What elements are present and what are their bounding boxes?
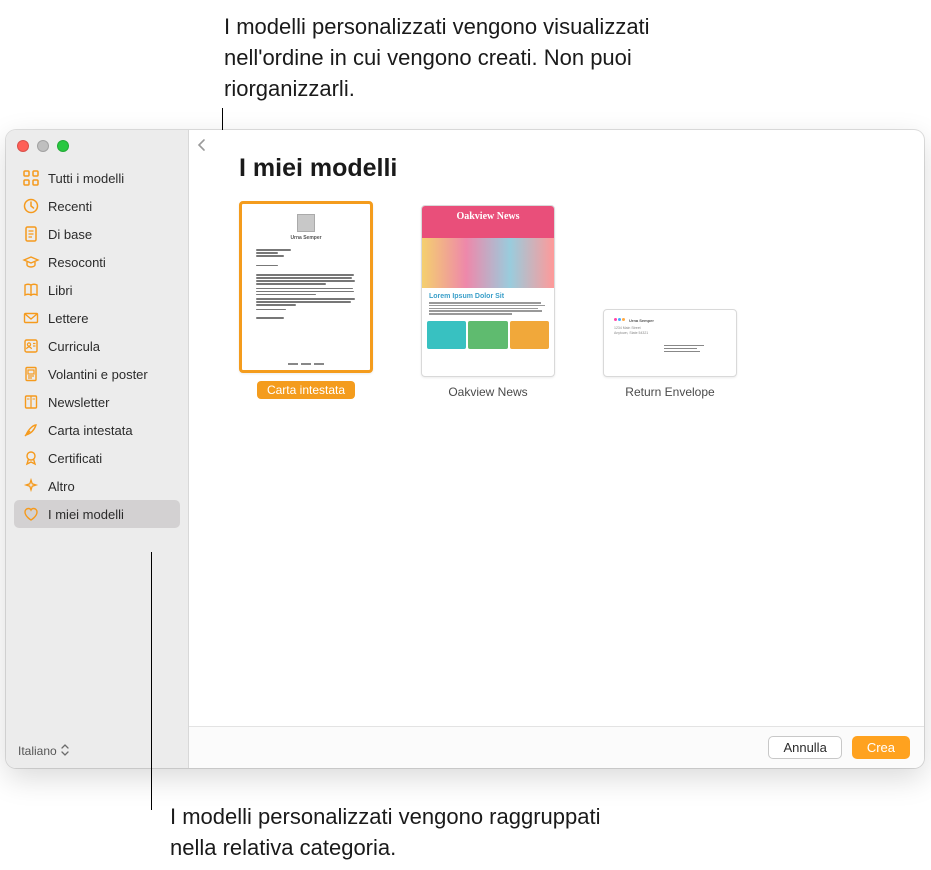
grid-icon: [22, 169, 40, 187]
template-thumbnail: Urna Semper: [239, 201, 373, 373]
chevron-updown-icon: [61, 744, 69, 758]
sidebar-item-recents[interactable]: Recenti: [14, 192, 180, 220]
template-oakview-news[interactable]: Oakview News Lorem Ipsum Dolor Sit: [421, 205, 555, 399]
sidebar-item-label: Recenti: [48, 199, 92, 214]
maximize-icon[interactable]: [57, 140, 69, 152]
sparkle-icon: [22, 477, 40, 495]
window-controls: [6, 130, 188, 158]
sidebar-item-reports[interactable]: Resoconti: [14, 248, 180, 276]
template-label: Oakview News: [448, 385, 527, 399]
quill-icon: [22, 421, 40, 439]
ribbon-icon: [22, 449, 40, 467]
annotation-top: I modelli personalizzati vengono visuali…: [224, 12, 694, 104]
sidebar-item-label: Di base: [48, 227, 92, 242]
sidebar-item-label: Resoconti: [48, 255, 106, 270]
newsletter-subhead: Lorem Ipsum Dolor Sit: [429, 293, 547, 300]
grad-icon: [22, 253, 40, 271]
clock-icon: [22, 197, 40, 215]
columns-icon: [22, 393, 40, 411]
cancel-button[interactable]: Annulla: [768, 736, 841, 759]
sidebar-item-basic[interactable]: Di base: [14, 220, 180, 248]
sidebar-item-flyers[interactable]: Volantini e poster: [14, 360, 180, 388]
sidebar-toggle-icon[interactable]: [197, 138, 207, 155]
sidebar-item-label: Lettere: [48, 311, 88, 326]
sidebar-list: Tutti i modelli Recenti Di base Resocont…: [6, 158, 188, 734]
heart-icon: [22, 505, 40, 523]
sidebar-item-label: Tutti i modelli: [48, 171, 124, 186]
annotation-bottom: I modelli personalizzati vengono raggrup…: [170, 802, 630, 864]
callout-line-icon: [151, 552, 152, 810]
sidebar-item-label: Carta intestata: [48, 423, 133, 438]
envelope-icon: [22, 309, 40, 327]
sidebar-item-label: Altro: [48, 479, 75, 494]
sidebar-item-label: Curricula: [48, 339, 100, 354]
template-chooser-window: Tutti i modelli Recenti Di base Resocont…: [6, 130, 924, 768]
person-lines-icon: [22, 337, 40, 355]
doc-icon: [22, 225, 40, 243]
template-label: Carta intestata: [257, 381, 355, 399]
sidebar-item-stationery[interactable]: Carta intestata: [14, 416, 180, 444]
language-selector[interactable]: Italiano: [6, 734, 188, 768]
template-label: Return Envelope: [625, 385, 714, 399]
main-panel: I miei modelli Urna Semper: [189, 130, 924, 768]
create-button[interactable]: Crea: [852, 736, 910, 759]
sidebar-item-other[interactable]: Altro: [14, 472, 180, 500]
newsletter-headline: Oakview News: [422, 211, 554, 222]
content-area: I miei modelli Urna Semper: [189, 130, 924, 726]
close-icon[interactable]: [17, 140, 29, 152]
language-label: Italiano: [18, 744, 57, 758]
sidebar-item-resumes[interactable]: Curricula: [14, 332, 180, 360]
template-thumbnail: Oakview News Lorem Ipsum Dolor Sit: [421, 205, 555, 377]
sidebar-item-my-templates[interactable]: I miei modelli: [14, 500, 180, 528]
sidebar-item-label: Newsletter: [48, 395, 109, 410]
sidebar-item-label: Volantini e poster: [48, 367, 148, 382]
minimize-icon[interactable]: [37, 140, 49, 152]
sidebar-item-books[interactable]: Libri: [14, 276, 180, 304]
sidebar-item-letters[interactable]: Lettere: [14, 304, 180, 332]
template-return-envelope[interactable]: Urna Semper 1234 Main StreetAnytown, Sta…: [603, 309, 737, 399]
book-icon: [22, 281, 40, 299]
template-grid: Urna Semper: [239, 201, 890, 399]
template-letterhead[interactable]: Urna Semper: [239, 201, 373, 399]
page-title: I miei modelli: [239, 154, 890, 183]
sidebar-item-newsletters[interactable]: Newsletter: [14, 388, 180, 416]
sidebar-item-label: I miei modelli: [48, 507, 124, 522]
sidebar-item-certificates[interactable]: Certificati: [14, 444, 180, 472]
sidebar: Tutti i modelli Recenti Di base Resocont…: [6, 130, 189, 768]
footer: Annulla Crea: [189, 726, 924, 768]
template-thumbnail: Urna Semper 1234 Main StreetAnytown, Sta…: [603, 309, 737, 377]
poster-icon: [22, 365, 40, 383]
sidebar-item-label: Libri: [48, 283, 73, 298]
sidebar-item-label: Certificati: [48, 451, 102, 466]
sidebar-item-all-templates[interactable]: Tutti i modelli: [14, 164, 180, 192]
